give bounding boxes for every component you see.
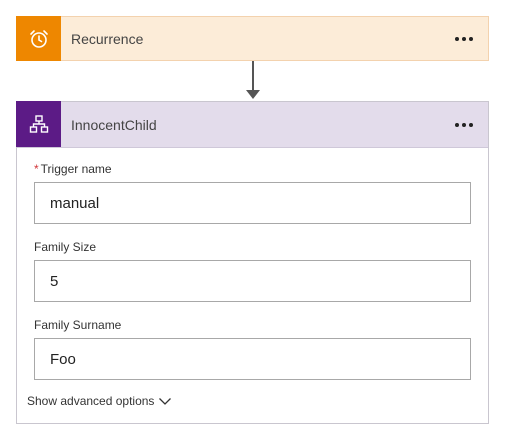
chevron-down-icon: [159, 398, 172, 405]
family-size-field-group: Family Size 5: [34, 240, 471, 302]
alarm-clock-icon: [29, 29, 48, 48]
more-options-icon: [455, 36, 459, 41]
arrow-down-icon: [246, 90, 260, 99]
family-size-input[interactable]: 5: [34, 260, 471, 302]
innocent-child-header[interactable]: InnocentChild: [16, 101, 488, 148]
family-surname-value: Foo: [50, 350, 76, 368]
family-surname-label: Family Surname: [34, 318, 122, 332]
trigger-name-input[interactable]: manual: [34, 182, 471, 224]
trigger-name-label: * Trigger name: [34, 162, 112, 176]
flow-connector-line: [252, 61, 254, 91]
required-asterisk: *: [34, 162, 39, 176]
hierarchy-icon: [29, 115, 48, 133]
innocent-child-body: * Trigger name manual Family Size 5 Famil…: [17, 148, 488, 408]
innocent-child-more-options-button[interactable]: [444, 110, 484, 140]
recurrence-icon-tile: [16, 16, 61, 61]
innocent-child-card: InnocentChild * Trigger name manual Famil…: [16, 101, 489, 424]
more-options-icon: [455, 122, 459, 127]
family-size-value: 5: [50, 272, 59, 290]
family-surname-input[interactable]: Foo: [34, 338, 471, 380]
show-advanced-options-toggle[interactable]: Show advanced options: [27, 394, 172, 408]
recurrence-title: Recurrence: [71, 30, 144, 47]
family-surname-field-group: Family Surname Foo: [34, 318, 471, 380]
family-size-label: Family Size: [34, 240, 97, 254]
show-advanced-options-label: Show advanced options: [27, 394, 155, 408]
recurrence-more-options-button[interactable]: [444, 24, 484, 54]
innocent-child-title: InnocentChild: [71, 116, 157, 133]
trigger-name-field-group: * Trigger name manual: [34, 162, 471, 224]
trigger-name-value: manual: [50, 194, 100, 212]
innocent-child-icon-tile: [16, 101, 61, 147]
recurrence-card[interactable]: Recurrence: [16, 16, 489, 61]
